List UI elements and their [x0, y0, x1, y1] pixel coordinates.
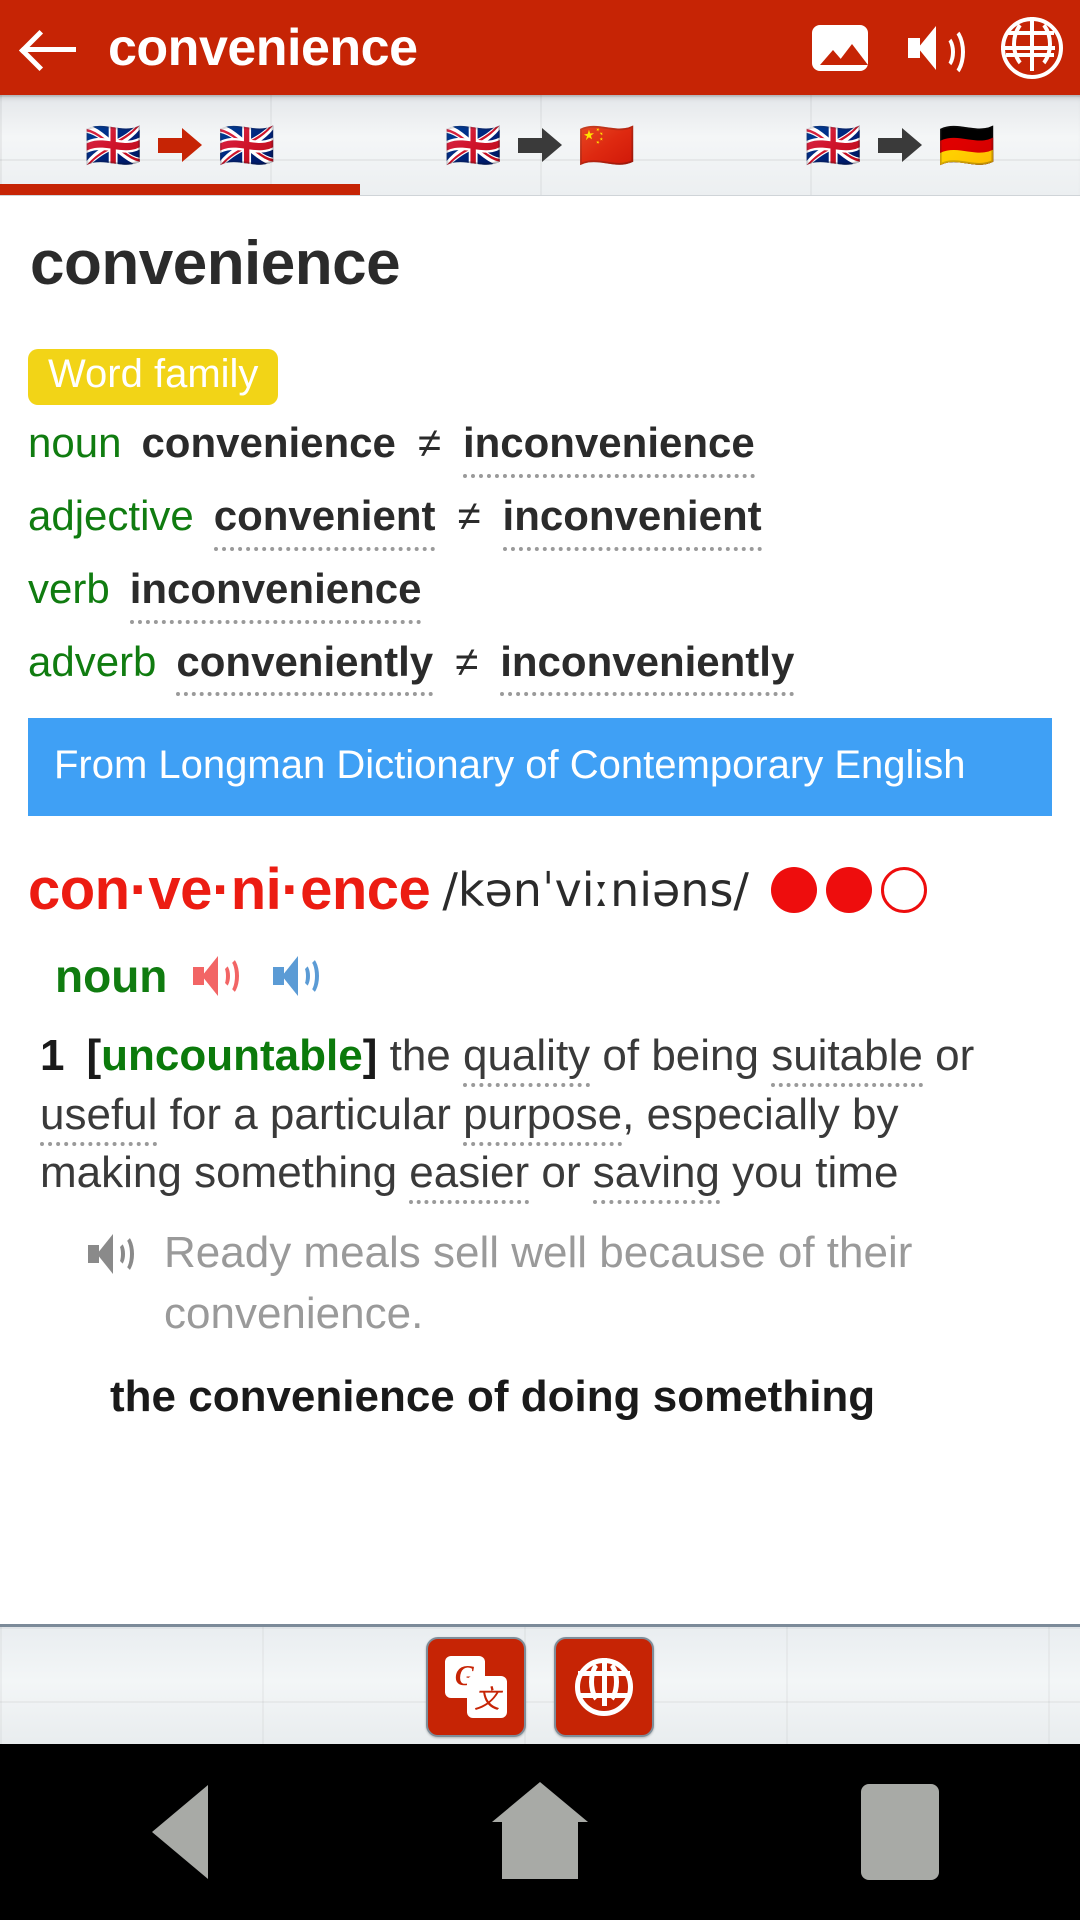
home-icon	[492, 1782, 588, 1882]
dictionary-source-banner: From Longman Dictionary of Contemporary …	[28, 718, 1052, 817]
grammar-bracket-open: [	[86, 1031, 102, 1081]
translate-glyph-cjk: 文	[467, 1676, 507, 1718]
android-navigation-bar	[0, 1744, 1080, 1920]
word-family-positive[interactable]: convenience	[141, 415, 395, 471]
globe-icon	[1001, 16, 1063, 79]
word-family-negative[interactable]: inconvenient	[502, 488, 762, 551]
example-sentence: Ready meals sell well because of their c…	[164, 1227, 913, 1338]
frequency-dot-empty	[880, 866, 927, 913]
word-family-row-adverb: adverb conveniently ≠ inconveniently	[28, 634, 1080, 697]
word-family-positive[interactable]: inconvenience	[129, 561, 422, 624]
speaker-icon	[908, 24, 965, 78]
part-of-speech-label: noun	[55, 950, 168, 1003]
android-back-button[interactable]	[100, 1772, 260, 1892]
tab-english-chinese[interactable]: 🇬🇧 🇨🇳	[360, 95, 720, 195]
tab-english-german[interactable]: 🇬🇧 🇩🇪	[720, 95, 1080, 195]
app-bar-actions	[792, 0, 1080, 95]
example-audio-button[interactable]	[88, 1233, 142, 1275]
back-button[interactable]	[0, 0, 100, 95]
collocation-pattern: the convenience of doing something	[110, 1372, 876, 1422]
word-family-negative[interactable]: inconveniently	[500, 634, 795, 697]
word-family-negative[interactable]: inconvenience	[462, 415, 755, 478]
part-of-speech-line: noun	[55, 949, 1080, 1003]
word-family-separator: ≠	[457, 491, 481, 539]
headword-line: con·ve·ni·ence /kənˈviːniəns/	[28, 856, 1080, 923]
word-family-pos: verb	[28, 564, 110, 612]
image-icon	[812, 24, 868, 71]
definition-link[interactable]: quality	[462, 1031, 591, 1088]
definition-fragment: or	[529, 1148, 593, 1198]
grammar-bracket-close: ]	[362, 1031, 378, 1081]
frequency-dot-filled	[825, 866, 872, 913]
word-family-pos: noun	[28, 419, 122, 466]
headword-syllables: con·ve·ni·ence	[28, 857, 431, 923]
triangle-left-icon	[152, 1785, 208, 1879]
flag-china-icon: 🇨🇳	[578, 119, 636, 171]
back-arrow-icon	[24, 28, 76, 68]
bottom-toolbar: G 文	[0, 1624, 1080, 1747]
definition-link[interactable]: saving	[592, 1148, 720, 1205]
language-tab-strip: 🇬🇧 🇬🇧 🇬🇧 🇨🇳 🇬🇧 🇩🇪	[0, 95, 1080, 196]
pronunciation-ipa: /kənˈviːniəns/	[442, 862, 749, 917]
definition-link[interactable]: useful	[40, 1089, 158, 1146]
audio-american-button[interactable]	[273, 955, 327, 997]
grammar-label: uncountable	[101, 1031, 363, 1081]
sense-number: 1	[40, 1031, 65, 1081]
globe-icon	[575, 1658, 633, 1716]
android-recents-button[interactable]	[820, 1772, 980, 1892]
entry-headword: convenience	[30, 229, 401, 298]
example-sentence-row: Ready meals sell well because of their c…	[88, 1223, 1052, 1344]
definition-fragment: or	[922, 1031, 975, 1081]
google-translate-button[interactable]: G 文	[426, 1637, 526, 1737]
word-family-pos: adverb	[28, 637, 157, 685]
word-family-row-verb: verb inconvenience	[28, 561, 1080, 624]
word-family-pos: adjective	[28, 491, 194, 539]
definition-fragment: the	[389, 1031, 463, 1081]
web-button[interactable]	[984, 0, 1080, 95]
flag-uk-icon: 🇬🇧	[444, 119, 502, 171]
arrow-right-icon	[878, 128, 922, 162]
dictionary-content[interactable]: convenience Word family noun convenience…	[0, 196, 1080, 1623]
image-button[interactable]	[792, 0, 888, 95]
arrow-right-icon	[158, 128, 202, 162]
square-icon	[861, 1784, 939, 1880]
flag-uk-icon: 🇬🇧	[84, 119, 142, 171]
frequency-indicator	[770, 866, 927, 913]
word-family-separator: ≠	[417, 419, 441, 466]
android-home-button[interactable]	[460, 1772, 620, 1892]
google-translate-icon: G 文	[445, 1656, 507, 1718]
definition-fragment: of being	[590, 1031, 772, 1081]
frequency-dot-filled	[770, 866, 817, 913]
definition-fragment: you time	[719, 1148, 899, 1198]
active-tab-indicator	[0, 184, 360, 195]
page-title: convenience	[108, 18, 418, 77]
sense-1: 1 [uncountable] the quality of being suit…	[40, 1027, 1052, 1205]
flag-uk-icon: 🇬🇧	[804, 119, 862, 171]
definition-fragment: for a particular	[157, 1089, 464, 1139]
word-family-row-adjective: adjective convenient ≠ inconvenient	[28, 488, 1080, 551]
word-family-positive[interactable]: convenient	[213, 488, 436, 551]
web-search-button[interactable]	[554, 1637, 654, 1737]
audio-british-button[interactable]	[193, 955, 247, 997]
arrow-right-icon	[518, 128, 562, 162]
word-family-badge: Word family	[28, 349, 279, 405]
definition-link[interactable]: easier	[409, 1148, 530, 1205]
word-family-separator: ≠	[455, 637, 479, 685]
word-family-positive[interactable]: conveniently	[176, 634, 434, 697]
sound-button[interactable]	[888, 0, 984, 95]
definition-link[interactable]: suitable	[771, 1031, 923, 1088]
tab-english-english[interactable]: 🇬🇧 🇬🇧	[0, 95, 360, 195]
flag-uk-icon: 🇬🇧	[218, 119, 276, 171]
app-bar: convenience	[0, 0, 1080, 95]
definition-link[interactable]: purpose	[463, 1089, 623, 1146]
flag-germany-icon: 🇩🇪	[938, 119, 996, 171]
word-family-row-noun: noun convenience ≠ inconvenience	[28, 415, 1080, 478]
